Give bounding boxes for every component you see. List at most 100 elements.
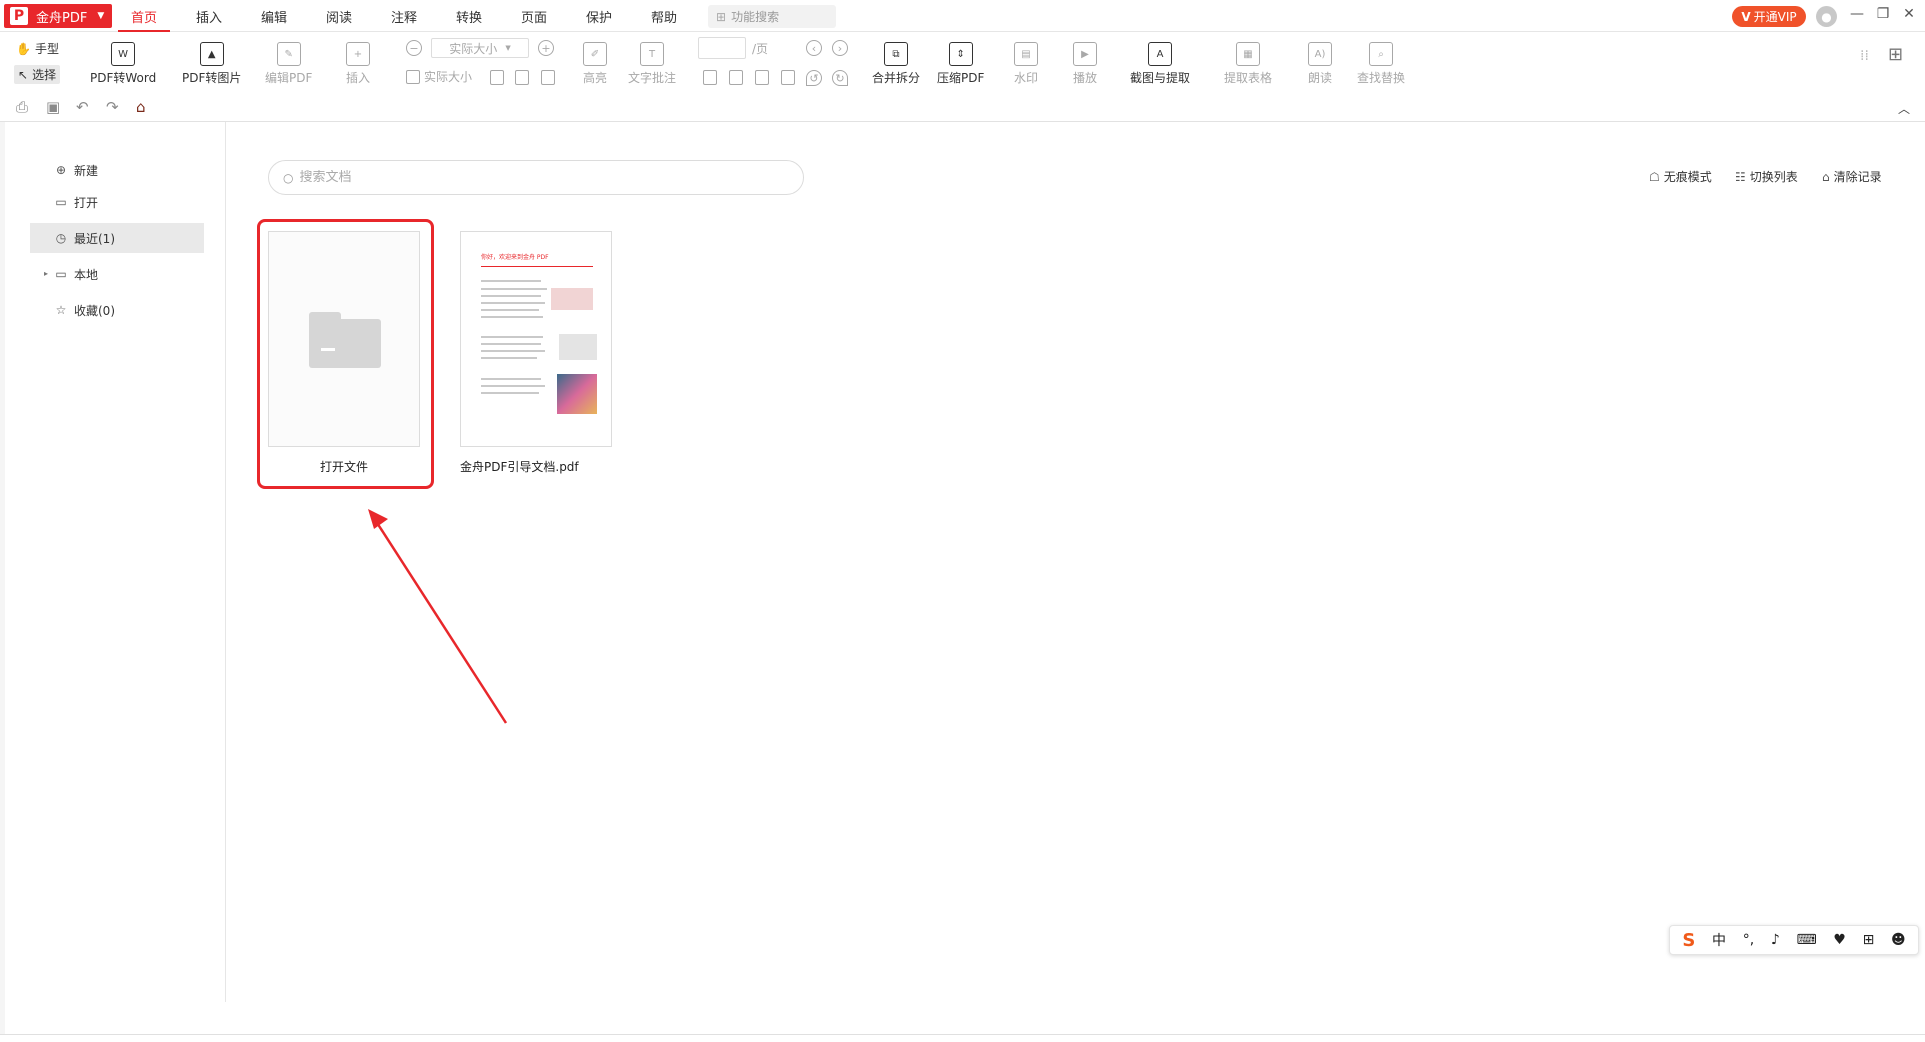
pdf-thumbnail: 你好，欢迎来到金舟 PDF (461, 232, 611, 446)
merge-split-button[interactable]: ⧉ 合并拆分 (872, 42, 920, 86)
rotate-right-icon[interactable]: ↻ (832, 70, 848, 86)
clear-records-label: 清除记录 (1833, 170, 1882, 184)
annotation-highlight-box (257, 219, 434, 489)
tab-insert[interactable]: 插入 (196, 7, 222, 26)
pdf-to-word-button[interactable]: W PDF转Word (90, 42, 156, 86)
redo-icon[interactable]: ↷ (106, 98, 119, 116)
user-avatar-icon[interactable]: ● (1816, 6, 1837, 27)
toolbox-icon[interactable]: ⊞ (1863, 932, 1875, 948)
watermark-icon: ▤ (1014, 42, 1038, 66)
find-replace-button[interactable]: ⌕ 查找替换 (1357, 42, 1405, 86)
tab-home[interactable]: 首页 (131, 7, 157, 26)
sidebar-item-label: 新建 (74, 163, 99, 178)
pdf-file-card[interactable]: 你好，欢迎来到金舟 PDF (460, 231, 612, 447)
screenshot-extract-label: 截图与提取 (1130, 71, 1191, 85)
punctuation-icon[interactable]: °, (1743, 932, 1754, 948)
undo-icon[interactable]: ↶ (76, 98, 89, 116)
zoom-select[interactable]: 实际大小 ▼ (431, 38, 529, 58)
ime-logo-icon[interactable]: S (1682, 930, 1695, 951)
select-tool[interactable]: ↖ 选择 (14, 65, 61, 84)
tab-annotate[interactable]: 注释 (391, 7, 417, 26)
actual-size-button[interactable]: 实际大小 (406, 68, 472, 85)
book-view-icon[interactable] (755, 70, 769, 85)
sidebar-item-open[interactable]: ▭ 打开 (30, 187, 204, 217)
tab-page[interactable]: 页面 (521, 7, 547, 26)
drag-handle-icon[interactable]: ⁞⁞ (1860, 48, 1869, 64)
find-replace-label: 查找替换 (1357, 71, 1406, 85)
read-aloud-button[interactable]: A) 朗读 (1308, 42, 1332, 86)
tab-edit[interactable]: 编辑 (261, 7, 287, 26)
restore-icon[interactable]: ❐ (1873, 6, 1893, 22)
highlight-button[interactable]: ✐ 高亮 (583, 42, 607, 86)
text-annotation-button[interactable]: T 文字批注 (628, 42, 676, 86)
playback-button[interactable]: ▶ 播放 (1073, 42, 1097, 86)
fit-width-icon[interactable] (515, 70, 529, 85)
zoom-in-icon[interactable]: + (538, 40, 554, 56)
document-search-input[interactable] (299, 170, 760, 185)
edit-pdf-button[interactable]: ✎ 编辑PDF (265, 42, 312, 86)
tab-read[interactable]: 阅读 (326, 7, 352, 26)
print-icon[interactable]: ⎙ (16, 98, 28, 116)
sidebar-item-new[interactable]: ⊕ 新建 (30, 155, 204, 185)
sidebar-item-label: 本地 (74, 267, 99, 282)
edit-icon: ✎ (276, 42, 301, 66)
fit-page-icon[interactable] (490, 70, 504, 85)
actual-size-icon (406, 69, 420, 84)
watermark-label: 水印 (1014, 71, 1039, 85)
watermark-button[interactable]: ▤ 水印 (1014, 42, 1038, 86)
minimize-icon[interactable]: — (1847, 6, 1867, 22)
prev-page-icon[interactable]: ‹ (806, 40, 822, 56)
vip-label: 开通VIP (1753, 10, 1797, 24)
function-search-box[interactable]: ⊞ 功能搜索 (708, 5, 836, 28)
merge-icon: ⧉ (884, 42, 908, 66)
next-page-icon[interactable]: › (832, 40, 848, 56)
save-icon[interactable]: ▣ (46, 98, 60, 116)
close-icon[interactable]: ✕ (1899, 6, 1919, 22)
tab-protect[interactable]: 保护 (586, 7, 612, 26)
double-page-icon[interactable] (729, 70, 743, 85)
actual-size-label: 实际大小 (424, 70, 473, 84)
vip-button[interactable]: V 开通VIP (1732, 6, 1806, 27)
rotate-left-icon[interactable]: ↺ (806, 70, 822, 86)
app-menu-button[interactable]: P 金舟PDF ▼ (4, 4, 112, 28)
single-page-icon[interactable] (703, 70, 717, 85)
highlighter-icon: ✐ (583, 42, 607, 66)
clear-records-button[interactable]: ⌂ 清除记录 (1822, 168, 1882, 185)
mascot-icon[interactable]: ☻ (1891, 932, 1906, 948)
skin-icon[interactable]: ♥ (1833, 932, 1846, 948)
vip-icon: V (1741, 9, 1751, 24)
sidebar-item-local[interactable]: ▭ 本地 (30, 259, 204, 289)
compress-pdf-label: 压缩PDF (937, 71, 985, 85)
annotation-arrow (368, 509, 508, 724)
pdf-file-label[interactable]: 金舟PDF引导文档.pdf (460, 458, 579, 475)
tab-help[interactable]: 帮助 (651, 7, 677, 26)
screenshot-extract-button[interactable]: A 截图与提取 (1130, 42, 1190, 86)
keyboard-icon[interactable]: ⌨ (1796, 932, 1816, 948)
home-icon[interactable]: ⌂ (136, 98, 146, 116)
image-convert-icon: ▲ (199, 42, 224, 66)
switch-list-button[interactable]: ☷ 切换列表 (1735, 168, 1798, 185)
hand-tool[interactable]: ✋ 手型 (16, 40, 59, 57)
tab-convert[interactable]: 转换 (456, 7, 482, 26)
microphone-icon[interactable]: ♪ (1771, 932, 1780, 948)
sidebar-item-label: 打开 (74, 195, 99, 210)
cursor-icon: ↖ (18, 67, 29, 82)
pdf-to-image-button[interactable]: ▲ PDF转图片 (182, 42, 241, 86)
zoom-out-icon[interactable]: − (406, 40, 422, 56)
page-number-input[interactable] (698, 37, 746, 59)
sidebar-item-favorites[interactable]: ☆ 收藏(0) (30, 295, 204, 325)
incognito-mode-button[interactable]: ☖ 无痕模式 (1649, 168, 1712, 185)
collapse-ribbon-icon[interactable]: ︿ (1898, 100, 1910, 117)
new-file-icon: ⊕ (55, 163, 67, 177)
compress-pdf-button[interactable]: ⇕ 压缩PDF (937, 42, 984, 86)
play-icon: ▶ (1073, 42, 1097, 66)
layout-grid-icon[interactable]: ⊞ (1888, 44, 1903, 65)
extract-table-button[interactable]: ▦ 提取表格 (1224, 42, 1272, 86)
scroll-view-icon[interactable] (781, 70, 795, 85)
chevron-down-icon: ▼ (97, 11, 105, 21)
insert-button[interactable]: + 插入 (346, 42, 370, 86)
sidebar-item-recent[interactable]: ◷ 最近(1) (30, 223, 204, 253)
fit-text-icon[interactable] (541, 70, 555, 85)
document-search-box[interactable]: ○ (268, 160, 804, 195)
ime-language-toggle[interactable]: 中 (1712, 930, 1726, 950)
